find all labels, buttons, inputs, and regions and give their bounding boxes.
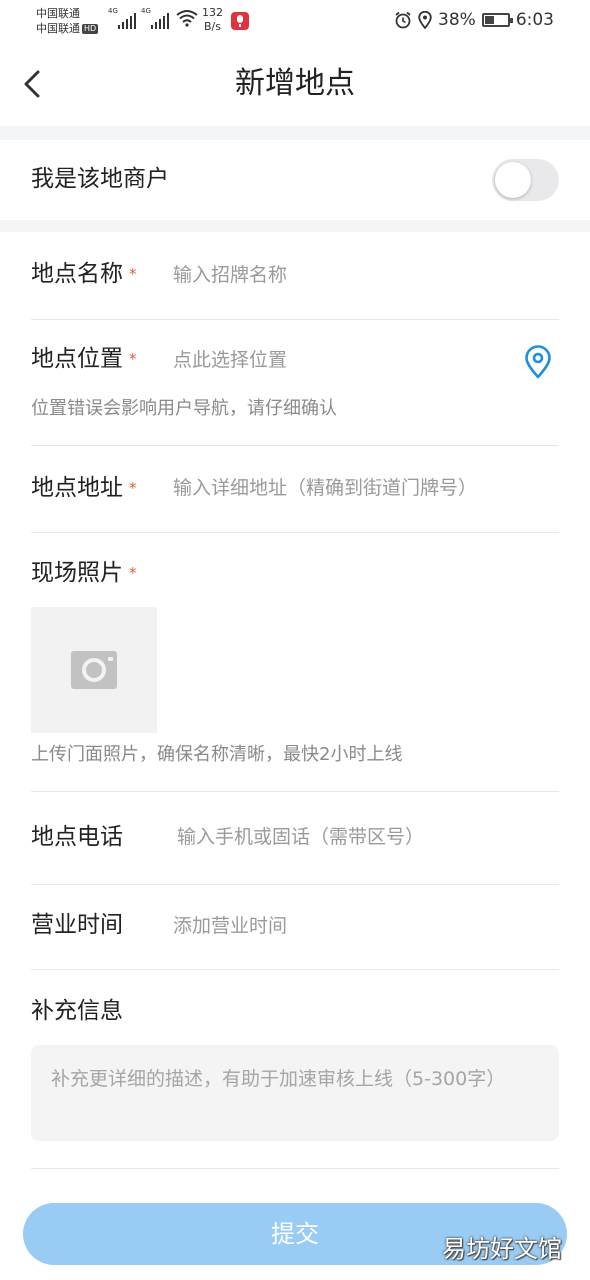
- hours-picker[interactable]: 添加营业时间: [173, 912, 287, 940]
- alarm-icon: [395, 11, 411, 29]
- section-gap: [0, 220, 590, 232]
- divider: [31, 319, 559, 320]
- carrier-2: 中国联通: [36, 22, 80, 35]
- divider: [31, 884, 559, 885]
- required-mark: *: [129, 479, 137, 497]
- address-label: 地点地址 *: [31, 472, 137, 504]
- merchant-toggle-label: 我是该地商户: [31, 166, 169, 192]
- name-input[interactable]: 输入招牌名称: [173, 261, 287, 289]
- speed-unit: B/s: [204, 20, 221, 33]
- divider: [31, 532, 559, 533]
- hours-label: 营业时间: [31, 912, 123, 938]
- location-pin-icon[interactable]: [523, 345, 553, 379]
- network-speed: 132 B/s: [202, 6, 223, 34]
- toggle-knob: [495, 162, 531, 198]
- carrier-info: 中国联通 中国联通 HD: [36, 6, 99, 36]
- merchant-toggle[interactable]: [492, 159, 559, 201]
- divider: [31, 1168, 559, 1169]
- status-time: 6:03: [515, 10, 554, 30]
- required-mark: *: [129, 564, 137, 582]
- signal-icon: 4G: [108, 7, 136, 29]
- battery-percent: 38%: [438, 10, 476, 30]
- status-right: 38% 6:03: [394, 9, 554, 31]
- divider: [31, 445, 559, 446]
- photo-hint: 上传门面照片，确保名称清晰，最快2小时上线: [31, 744, 403, 765]
- status-bar: 中国联通 中国联通 HD 4G 4G 132 B/s 38% 6:03: [0, 0, 590, 42]
- page-title: 新增地点: [235, 66, 355, 101]
- camera-icon: [71, 651, 117, 689]
- phone-label: 地点电话: [31, 824, 123, 850]
- photo-label: 现场照片 *: [31, 557, 137, 589]
- extra-info-textarea[interactable]: 补充更详细的描述，有助于加速审核上线（5-300字）: [31, 1045, 559, 1141]
- divider: [31, 791, 559, 792]
- divider: [31, 969, 559, 970]
- carrier-1: 中国联通: [36, 7, 80, 20]
- signal-1-label: 4G: [108, 7, 118, 15]
- extra-label: 补充信息: [31, 998, 123, 1024]
- section-gap: [0, 126, 590, 140]
- location-label: 地点位置 *: [31, 343, 137, 375]
- address-label-text: 地点地址: [31, 475, 123, 501]
- extra-info-placeholder: 补充更详细的描述，有助于加速审核上线（5-300字）: [51, 1068, 506, 1090]
- hd-badge: HD: [82, 24, 99, 34]
- battery-icon: [481, 13, 513, 27]
- speed-value: 132: [202, 6, 223, 19]
- photo-upload-button[interactable]: [31, 607, 157, 733]
- watermark: 易坊好文馆: [442, 1235, 562, 1263]
- name-label-text: 地点名称: [31, 261, 123, 287]
- location-hint: 位置错误会影响用户导航，请仔细确认: [31, 398, 337, 419]
- signal-icon: 4G: [141, 7, 169, 29]
- location-picker[interactable]: 点此选择位置: [173, 346, 287, 374]
- address-input[interactable]: 输入详细地址（精确到街道门牌号）: [173, 474, 477, 502]
- battery-fill: [484, 16, 494, 24]
- signal-2-label: 4G: [141, 7, 151, 15]
- phone-input[interactable]: 输入手机或固话（需带区号）: [177, 823, 424, 851]
- required-mark: *: [129, 350, 137, 368]
- nav-bar: 新增地点: [0, 42, 590, 126]
- mic-recording-icon: [231, 12, 249, 30]
- location-label-text: 地点位置: [31, 346, 123, 372]
- wifi-icon: [176, 10, 198, 27]
- photo-label-text: 现场照片: [31, 560, 123, 586]
- name-label: 地点名称 *: [31, 258, 137, 290]
- required-mark: *: [129, 265, 137, 283]
- location-icon: [418, 11, 432, 29]
